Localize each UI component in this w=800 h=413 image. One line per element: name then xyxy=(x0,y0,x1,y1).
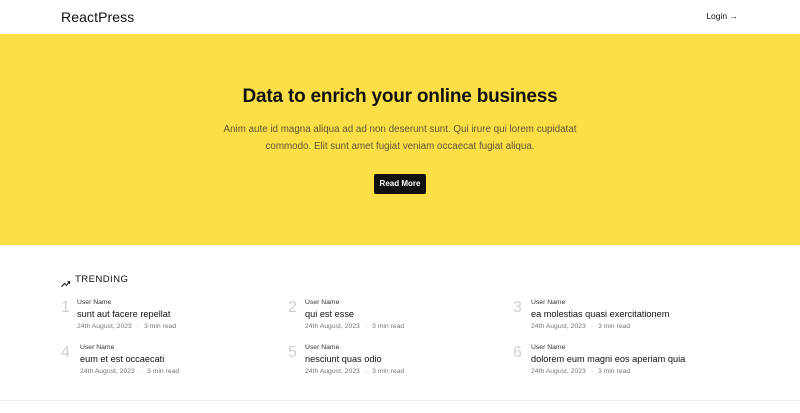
trending-item-title[interactable]: dolorem eum magni eos aperiam quia xyxy=(531,354,685,364)
trending-item-author: User Name xyxy=(531,299,566,306)
trending-item-author: User Name xyxy=(531,344,566,351)
trending-item-number: 1 xyxy=(61,299,70,316)
trending-up-icon xyxy=(61,275,71,287)
trending-item-date: 24th August, 2023 xyxy=(531,368,586,375)
meta-separator: · xyxy=(136,323,140,330)
trending-item-number: 6 xyxy=(513,344,522,361)
trending-item-title[interactable]: qui est esse xyxy=(305,309,354,319)
trending-item-meta: 24th August, 2023 · 3 min read xyxy=(80,368,179,375)
trending-item-date: 24th August, 2023 xyxy=(77,323,132,330)
footer-divider xyxy=(0,400,800,401)
trending-label: TRENDING xyxy=(75,273,129,285)
trending-item-date: 24th August, 2023 xyxy=(305,323,360,330)
hero-description: Anim aute id magna aliqua ad ad non dese… xyxy=(223,124,577,152)
meta-separator: · xyxy=(364,323,368,330)
trending-item[interactable]: 2 User Name qui est esse 24th August, 20… xyxy=(288,299,508,335)
trending-heading: TRENDING xyxy=(61,272,129,287)
trending-item-author: User Name xyxy=(80,344,115,351)
trending-item-number: 5 xyxy=(288,344,297,361)
trending-item-author: User Name xyxy=(77,299,112,306)
trending-item[interactable]: 6 User Name dolorem eum magni eos aperia… xyxy=(513,344,733,380)
trending-item-read-time: 3 min read xyxy=(598,368,631,375)
trending-item[interactable]: 4 User Name eum et est occaecati 24th Au… xyxy=(61,344,281,380)
trending-item-read-time: 3 min read xyxy=(144,323,177,330)
trending-item-date: 24th August, 2023 xyxy=(531,323,586,330)
trending-item-date: 24th August, 2023 xyxy=(305,368,360,375)
read-more-button[interactable]: Read More xyxy=(374,174,426,194)
trending-item-meta: 24th August, 2023 · 3 min read xyxy=(531,323,630,330)
trending-item-title[interactable]: ea molestias quasi exercitationem xyxy=(531,309,669,319)
meta-separator: · xyxy=(590,368,594,375)
trending-item-title[interactable]: eum et est occaecati xyxy=(80,354,164,364)
trending-item-author: User Name xyxy=(305,299,340,306)
trending-item[interactable]: 5 User Name nesciunt quas odio 24th Augu… xyxy=(288,344,508,380)
trending-item-meta: 24th August, 2023 · 3 min read xyxy=(531,368,630,375)
trending-item-read-time: 3 min read xyxy=(598,323,631,330)
trending-item-read-time: 3 min read xyxy=(372,368,405,375)
login-link[interactable]: Login → xyxy=(706,11,738,21)
trending-item-number: 2 xyxy=(288,299,297,316)
trending-item-title[interactable]: nesciunt quas odio xyxy=(305,354,382,364)
trending-item-number: 3 xyxy=(513,299,522,316)
trending-item-number: 4 xyxy=(61,344,70,361)
trending-item-read-time: 3 min read xyxy=(147,368,180,375)
meta-separator: · xyxy=(139,368,143,375)
trending-item-author: User Name xyxy=(305,344,340,351)
hero-section: Data to enrich your online business Anim… xyxy=(0,34,800,245)
trending-item[interactable]: 3 User Name ea molestias quasi exercitat… xyxy=(513,299,733,335)
trending-item-meta: 24th August, 2023 · 3 min read xyxy=(305,368,404,375)
trending-item-meta: 24th August, 2023 · 3 min read xyxy=(305,323,404,330)
trending-item[interactable]: 1 User Name sunt aut facere repellat 24t… xyxy=(61,299,281,335)
brand-logo[interactable]: ReactPress xyxy=(61,9,134,25)
trending-item-read-time: 3 min read xyxy=(372,323,405,330)
meta-separator: · xyxy=(590,323,594,330)
hero-title: Data to enrich your online business xyxy=(242,86,558,107)
trending-item-meta: 24th August, 2023 · 3 min read xyxy=(77,323,176,330)
trending-item-date: 24th August, 2023 xyxy=(80,368,135,375)
meta-separator: · xyxy=(364,368,368,375)
trending-item-title[interactable]: sunt aut facere repellat xyxy=(77,309,170,319)
navbar: ReactPress Login → xyxy=(0,0,800,34)
